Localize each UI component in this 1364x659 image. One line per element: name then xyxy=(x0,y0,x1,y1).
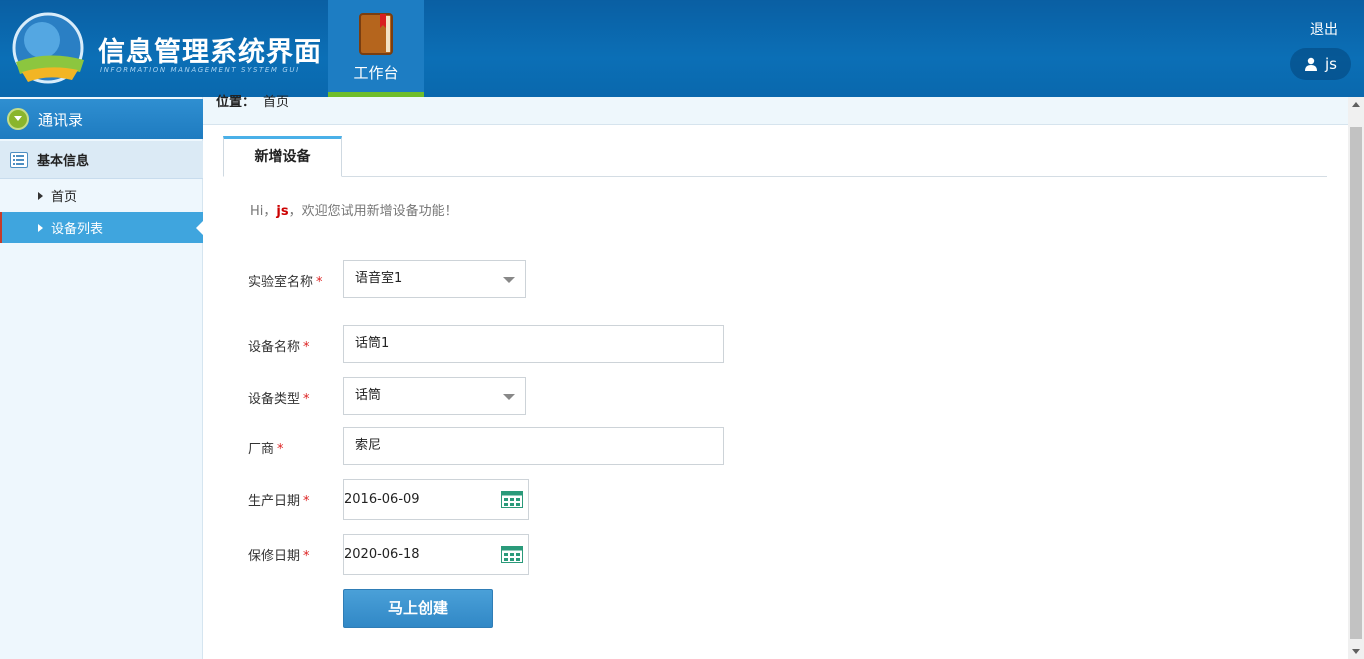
device-name-field[interactable]: 话筒1 xyxy=(343,325,724,363)
sidebar-basic-info-label: 基本信息 xyxy=(37,154,90,169)
required-mark: * xyxy=(303,494,310,509)
sidebar-item-home[interactable]: 首页 xyxy=(0,180,203,211)
calendar-icon[interactable] xyxy=(501,546,523,563)
lab-name-value: 语音室1 xyxy=(355,271,403,286)
app-title: 信息管理系统界面 xyxy=(98,37,322,68)
required-mark: * xyxy=(316,275,323,290)
breadcrumb-prefix: 位置： xyxy=(216,95,256,110)
tab-strip: 新增设备 xyxy=(223,136,1327,177)
device-type-label: 设备类型 * xyxy=(248,392,310,407)
list-icon xyxy=(10,151,28,168)
header: 信息管理系统界面 INFORMATION MANAGEMENT SYSTEM G… xyxy=(0,0,1364,97)
greeting-text: Hi，js，欢迎您试用新增设备功能！ xyxy=(250,200,458,219)
calendar-icon[interactable] xyxy=(501,491,523,508)
active-indicator xyxy=(196,221,203,235)
scroll-thumb[interactable] xyxy=(1350,127,1362,639)
vendor-value: 索尼 xyxy=(355,438,382,453)
production-date-field[interactable]: 2016-06-09 xyxy=(343,479,529,520)
sidebar-basic-info[interactable]: 基本信息 xyxy=(0,141,203,179)
sidebar-item-device-list[interactable]: 设备列表 xyxy=(0,212,203,243)
device-type-select[interactable]: 话筒 xyxy=(343,377,526,415)
caret-right-icon xyxy=(38,191,43,200)
production-date-value: 2016-06-09 xyxy=(344,492,420,507)
username: js xyxy=(1325,55,1337,73)
breadcrumb: 位置： 首页 xyxy=(203,95,1348,125)
warranty-date-value: 2020-06-18 xyxy=(344,547,420,562)
vertical-scrollbar[interactable] xyxy=(1348,97,1364,659)
required-mark: * xyxy=(303,392,310,407)
user-icon xyxy=(1305,57,1317,71)
chevron-down-icon xyxy=(503,394,515,400)
production-date-label: 生产日期 * xyxy=(248,494,310,509)
nav-tab-label: 工作台 xyxy=(353,64,399,82)
breadcrumb-current[interactable]: 首页 xyxy=(263,95,289,110)
required-mark: * xyxy=(303,549,310,564)
warranty-date-field[interactable]: 2020-06-18 xyxy=(343,534,529,575)
tab-add-device[interactable]: 新增设备 xyxy=(223,136,342,177)
chevron-down-circle-icon xyxy=(7,108,29,130)
nav-tab-workbench[interactable]: 工作台 xyxy=(328,0,424,97)
device-type-value: 话筒 xyxy=(355,388,382,403)
logout-link[interactable]: 退出 xyxy=(1310,19,1338,39)
device-name-value: 话筒1 xyxy=(355,336,390,351)
app-subtitle: INFORMATION MANAGEMENT SYSTEM GUI xyxy=(100,66,300,74)
lab-name-label: 实验室名称 * xyxy=(248,275,323,290)
caret-right-icon xyxy=(38,223,43,232)
scroll-down-arrow-icon[interactable] xyxy=(1352,649,1360,654)
scroll-up-arrow-icon[interactable] xyxy=(1352,102,1360,107)
user-badge[interactable]: js xyxy=(1290,48,1351,80)
device-name-label: 设备名称 * xyxy=(248,340,310,355)
chevron-down-icon xyxy=(503,277,515,283)
vendor-field[interactable]: 索尼 xyxy=(343,427,724,465)
required-mark: * xyxy=(277,442,284,457)
sidebar-contacts[interactable]: 通讯录 xyxy=(0,99,203,139)
warranty-date-label: 保修日期 * xyxy=(248,549,310,564)
greeting-suffix: ，欢迎您试用新增设备功能！ xyxy=(288,204,458,219)
required-mark: * xyxy=(303,340,310,355)
create-button[interactable]: 马上创建 xyxy=(343,589,493,628)
sidebar-item-label: 设备列表 xyxy=(51,222,104,237)
sidebar: 通讯录 基本信息 首页 设备列表 xyxy=(0,97,203,659)
sidebar-contacts-label: 通讯录 xyxy=(38,110,84,129)
lab-name-select[interactable]: 语音室1 xyxy=(343,260,526,298)
book-icon xyxy=(359,13,393,55)
sidebar-item-label: 首页 xyxy=(51,190,78,205)
globe-logo-icon xyxy=(12,12,84,84)
vendor-label: 厂商 * xyxy=(248,442,284,457)
greeting-prefix: Hi， xyxy=(250,204,277,219)
greeting-user: js xyxy=(276,204,289,219)
